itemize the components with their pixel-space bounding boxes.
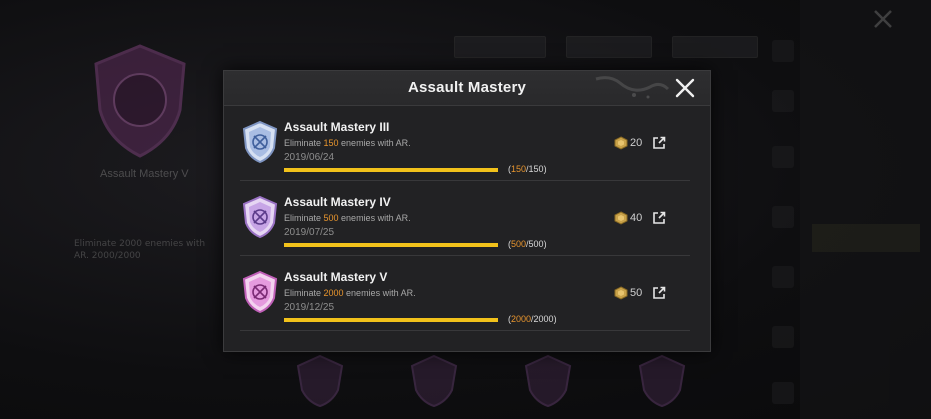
assault-mastery-badge-icon [242,195,278,239]
achievement-row: Assault Mastery IV Eliminate 500 enemies… [240,181,690,256]
desc-count: 500 [323,213,339,223]
achievement-row: Assault Mastery III Eliminate 150 enemie… [240,106,690,181]
background-side-item [812,318,920,346]
background-rail-icon [772,40,794,62]
background-emblem-title: Assault Mastery V [100,168,189,180]
progress-current: 2000 [511,314,532,324]
assault-mastery-dialog: Assault Mastery Assault Mastery III Elim… [223,70,711,352]
background-filter-dropdown [672,36,758,58]
achievement-name: Assault Mastery IV [284,195,391,209]
progress-bar-fill [284,168,498,172]
desc-suffix: enemies with AR. [338,138,411,148]
progress-bar [284,318,498,322]
progress-close: ) [543,239,547,249]
achievement-points-icon [614,286,628,300]
achievement-date: 2019/12/25 [284,302,335,313]
achievement-date: 2019/06/24 [284,152,335,163]
desc-count: 2000 [323,288,344,298]
background-badge-icon [296,354,344,408]
background-rail-icon [772,326,794,348]
desc-prefix: Eliminate [284,213,324,223]
background-rail-icon [772,90,794,112]
progress-close: ) [543,164,547,174]
achievement-name: Assault Mastery III [284,120,390,134]
background-close-icon [874,10,892,28]
share-icon[interactable] [652,211,666,225]
progress-total: /500 [526,239,544,249]
background-side-item [812,362,920,390]
background-rail-icon [772,266,794,288]
background-side-item [812,92,920,120]
background-rail-icon [772,206,794,228]
background-rail-icon [772,146,794,168]
background-side-item [812,44,920,72]
list-bottom-fade [224,333,710,351]
desc-prefix: Eliminate [284,288,324,298]
reward-points: 20 [614,136,644,150]
achievement-description: Eliminate 150 enemies with AR. [284,138,411,148]
background-filter-dropdown [566,36,652,58]
reward-value: 40 [630,212,643,224]
achievement-date: 2019/07/25 [284,227,335,238]
background-side-item [812,224,920,252]
background-filter-dropdown [454,36,546,58]
reward-value: 50 [630,287,643,299]
progress-bar [284,243,498,247]
background-badge-icon [410,354,458,408]
reward-points: 40 [614,211,644,225]
progress-close: ) [553,314,557,324]
assault-mastery-badge-icon [242,270,278,314]
background-side-item [812,140,920,168]
achievement-row: Assault Mastery V Eliminate 2000 enemies… [240,256,690,331]
progress-current: 500 [511,239,527,249]
background-emblem-icon [94,44,186,158]
close-icon[interactable] [674,77,696,99]
achievement-description: Eliminate 2000 enemies with AR. [284,288,416,298]
achievement-name: Assault Mastery V [284,270,388,284]
background-side-item [812,272,920,300]
background-rail-icon [772,382,794,404]
achievement-points-icon [614,211,628,225]
background-badge-icon [638,354,686,408]
dialog-header: Assault Mastery [224,71,710,106]
achievement-points-icon [614,136,628,150]
assault-mastery-badge-icon [242,120,278,164]
share-icon[interactable] [652,286,666,300]
background-emblem-desc: Eliminate 2000 enemies with AR. 2000/200… [74,239,206,261]
progress-bar-fill [284,318,498,322]
progress-total: /2000 [531,314,554,324]
progress-text: (150/150) [508,164,547,174]
desc-prefix: Eliminate [284,138,324,148]
progress-text: (2000/2000) [508,314,557,324]
game-screen: Assault Mastery V Eliminate 2000 enemies… [0,0,931,419]
reward-points: 50 [614,286,644,300]
progress-text: (500/500) [508,239,547,249]
achievement-list: Assault Mastery III Eliminate 150 enemie… [224,106,710,331]
desc-suffix: enemies with AR. [338,213,411,223]
desc-count: 150 [323,138,339,148]
progress-total: /150 [526,164,544,174]
achievement-description: Eliminate 500 enemies with AR. [284,213,411,223]
progress-current: 150 [511,164,527,174]
background-badge-icon [524,354,572,408]
share-icon[interactable] [652,136,666,150]
progress-bar [284,168,498,172]
reward-value: 20 [630,137,643,149]
progress-bar-fill [284,243,498,247]
dialog-title: Assault Mastery [407,79,527,96]
desc-suffix: enemies with AR. [343,288,416,298]
background-side-item [812,180,920,208]
